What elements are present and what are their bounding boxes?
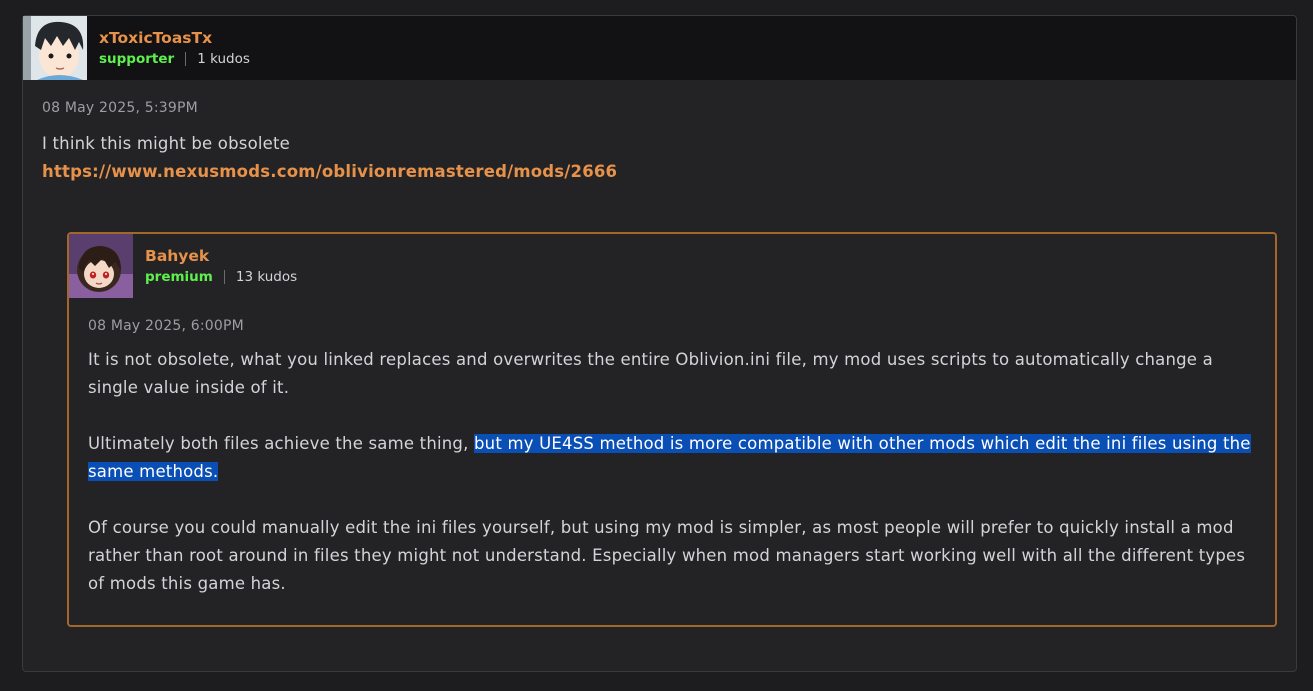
user-info: Bahyek premium 13 kudos [145, 246, 297, 286]
reply-header: Bahyek premium 13 kudos [69, 234, 1275, 298]
reply-paragraph: Of course you could manually edit the in… [88, 518, 1246, 593]
comment-link[interactable]: https://www.nexusmods.com/oblivionremast… [42, 158, 617, 186]
anime-boy-avatar-icon [23, 16, 87, 80]
comment-header: xToxicToasTx supporter 1 kudos [23, 16, 1296, 80]
kudos-count: 1 kudos [197, 51, 250, 67]
reply-card: Bahyek premium 13 kudos 08 May 2025, 6:0… [67, 232, 1277, 627]
reply-timestamp: 08 May 2025, 6:00PM [88, 318, 244, 334]
avatar[interactable] [69, 234, 133, 298]
comment-body: I think this might be obsolete https://w… [42, 130, 617, 186]
reply-body: It is not obsolete, what you linked repl… [88, 346, 1266, 626]
anime-girl-avatar-icon [69, 234, 133, 298]
meta-divider [185, 52, 187, 66]
comment-timestamp: 08 May 2025, 5:39PM [42, 100, 198, 116]
avatar[interactable] [23, 16, 87, 80]
username[interactable]: xToxicToasTx [99, 28, 250, 48]
user-meta: premium 13 kudos [145, 268, 297, 286]
reply-text: Ultimately both files achieve the same t… [88, 434, 474, 453]
role-badge: supporter [99, 51, 175, 67]
reply-paragraph: It is not obsolete, what you linked repl… [88, 350, 1213, 397]
comment-card: xToxicToasTx supporter 1 kudos 08 May 20… [22, 15, 1297, 672]
reply-paragraph: Ultimately both files achieve the same t… [88, 430, 1266, 486]
user-meta: supporter 1 kudos [99, 50, 250, 68]
user-info: xToxicToasTx supporter 1 kudos [99, 28, 250, 68]
comment-text: I think this might be obsolete [42, 134, 291, 153]
username[interactable]: Bahyek [145, 246, 297, 266]
meta-divider [223, 270, 225, 284]
kudos-count: 13 kudos [235, 269, 298, 285]
role-badge: premium [145, 269, 213, 285]
